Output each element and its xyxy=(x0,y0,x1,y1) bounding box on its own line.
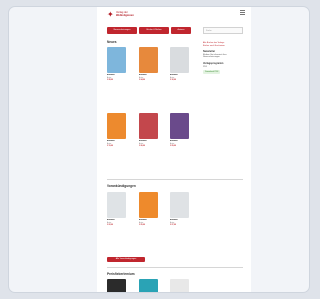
nav-item-authors[interactable]: Autoren xyxy=(171,27,191,34)
browser-frame: ✦ Verlag der Weltreligionen Neuerscheinu… xyxy=(8,6,310,293)
section-divider xyxy=(107,267,243,268)
main-nav: Neuerscheinungen Bücher & Reihen Autoren xyxy=(107,27,191,34)
book-price: € 25,00 xyxy=(139,224,145,226)
hamburger-menu-icon[interactable] xyxy=(240,10,245,15)
logo-text-line2: Weltreligionen xyxy=(116,14,134,18)
section-title-upcoming: Vorankündigungen xyxy=(107,184,136,188)
book-card[interactable]: Buchtitel Autor € 27,00 xyxy=(170,192,189,227)
book-card[interactable]: Buchtitel Autor € 32,00 xyxy=(170,47,189,82)
book-price: € 27,00 xyxy=(170,224,176,226)
sidebar-link-by-date[interactable]: Bücher nach Erscheinen xyxy=(203,45,227,48)
book-card[interactable]: Buchtitel Autor € 22,00 xyxy=(107,192,126,227)
book-cover[interactable] xyxy=(170,192,189,218)
book-price: € 22,00 xyxy=(107,224,113,226)
book-card[interactable]: Buchtitel Autor € 29,00 xyxy=(170,113,189,148)
book-price: € 28,00 xyxy=(107,79,113,81)
book-card[interactable]: Buchtitel Autor € 26,00 xyxy=(139,113,158,148)
book-card[interactable] xyxy=(139,279,158,292)
book-cover[interactable] xyxy=(107,279,126,292)
section-divider xyxy=(107,179,243,180)
book-card[interactable]: Buchtitel Autor € 28,00 xyxy=(107,47,126,82)
book-cover[interactable] xyxy=(170,47,189,73)
book-price: € 29,00 xyxy=(170,145,176,147)
web-page: ✦ Verlag der Weltreligionen Neuerscheinu… xyxy=(97,7,251,292)
book-price: € 24,00 xyxy=(139,79,145,81)
book-card[interactable]: Buchtitel Autor € 19,00 xyxy=(107,113,126,148)
nav-item-books[interactable]: Bücher & Reihen xyxy=(139,27,169,34)
book-cover[interactable] xyxy=(107,47,126,73)
book-price: € 19,00 xyxy=(107,145,113,147)
book-cover[interactable] xyxy=(107,113,126,139)
book-cover[interactable] xyxy=(170,113,189,139)
book-card[interactable]: Buchtitel Autor € 24,00 xyxy=(139,47,158,82)
book-cover[interactable] xyxy=(170,279,189,292)
book-cover[interactable] xyxy=(139,47,158,73)
download-badge[interactable]: Download PDF xyxy=(203,70,221,74)
book-cover[interactable] xyxy=(139,113,158,139)
sidebar: Alle Bücher des Verlags Bücher nach Ersc… xyxy=(203,42,227,74)
book-cover[interactable] xyxy=(139,279,158,292)
search-input[interactable]: Suche xyxy=(203,27,243,34)
book-cover[interactable] xyxy=(107,192,126,218)
logo-mark-icon: ✦ xyxy=(107,10,114,19)
nav-item-new[interactable]: Neuerscheinungen xyxy=(107,27,137,34)
all-upcoming-button[interactable]: Alle Vorankündigungen xyxy=(107,257,145,262)
section-title-classics: Preisfieberlemium xyxy=(107,272,135,276)
book-card[interactable]: Buchtitel Autor € 25,00 xyxy=(139,192,158,227)
book-card[interactable] xyxy=(170,279,189,292)
section-title-new: Neues xyxy=(107,40,117,44)
book-cover[interactable] xyxy=(139,192,158,218)
book-price: € 32,00 xyxy=(170,79,176,81)
book-price: € 26,00 xyxy=(139,145,145,147)
book-card[interactable] xyxy=(107,279,126,292)
